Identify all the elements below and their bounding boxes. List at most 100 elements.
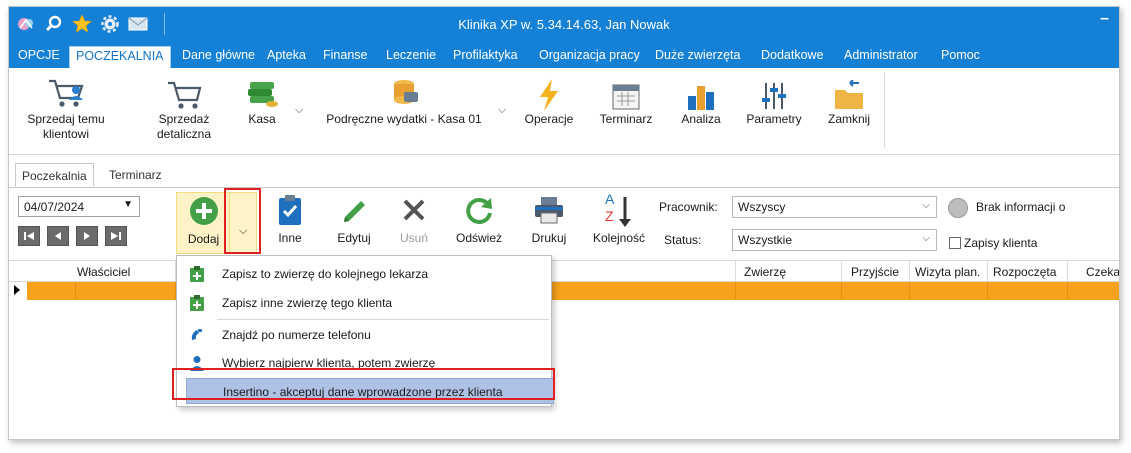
other-button[interactable]: Inne — [270, 192, 310, 245]
status-label: Status: — [664, 233, 702, 247]
add-button-content: Dodaj — [177, 193, 230, 246]
menu-tab-administrator[interactable]: Administrator — [844, 48, 918, 62]
retail-sale-label-2: detaliczna — [156, 127, 212, 141]
status-indicator-icon — [948, 198, 968, 218]
menu-item-label: Znajdź po numerze telefonu — [222, 328, 371, 342]
column-separator — [1067, 261, 1068, 283]
column-waiting[interactable]: Czeka — [1086, 265, 1119, 279]
printer-icon — [524, 192, 574, 228]
menu-tab-leczenie[interactable]: Leczenie — [386, 48, 436, 62]
menu-tab-dodatkowe[interactable]: Dodatkowe — [761, 48, 824, 62]
status-value: Wszystkie — [738, 233, 792, 247]
date-value: 04/07/2024 — [24, 200, 85, 214]
menu-tab-dane-glowne[interactable]: Dane główne — [182, 48, 255, 62]
scheduler-label: Terminarz — [599, 112, 653, 126]
cash-register-label: Kasa — [248, 112, 276, 126]
row-cell-separator — [987, 282, 988, 300]
delete-button[interactable]: Usuń — [394, 192, 434, 245]
cash-register-button[interactable]: Kasa — [237, 74, 287, 127]
expenses-chevron-down-icon[interactable]: ⌵ — [498, 104, 506, 117]
employee-select[interactable]: Wszyscy ⌵ — [732, 196, 937, 218]
status-chevron-down-icon[interactable]: ⌵ — [922, 233, 930, 244]
menu-tab-organizacja-pracy[interactable]: Organizacja pracy — [539, 48, 640, 62]
order-label: Kolejność — [592, 231, 646, 245]
date-picker[interactable]: 04/07/2024 ▼ — [18, 196, 140, 217]
print-label: Drukuj — [531, 231, 567, 245]
svg-text:A: A — [605, 191, 615, 207]
retail-sale-label-1: Sprzedaż — [158, 112, 210, 126]
application-window: Klinika XP w. 5.34.14.63, Jan Nowak – OP… — [8, 6, 1120, 440]
close-ribbon-button[interactable]: Zamknij — [819, 74, 879, 127]
tab-poczekalnia[interactable]: Poczekalnia — [15, 163, 94, 187]
date-chevron-down-icon[interactable]: ▼ — [123, 199, 133, 210]
analysis-button[interactable]: Analiza — [671, 74, 731, 127]
retail-sale-button[interactable]: Sprzedaż detaliczna — [149, 74, 219, 142]
column-animal[interactable]: Zwierzę — [744, 265, 786, 279]
refresh-label: Odśwież — [455, 231, 502, 245]
column-planned-visit[interactable]: Wizyta plan. — [915, 265, 980, 279]
edit-label: Edytuj — [337, 231, 371, 245]
add-button[interactable]: Dodaj — [176, 192, 231, 254]
menu-tab-pomoc[interactable]: Pomoc — [941, 48, 980, 62]
menu-separator — [217, 319, 549, 320]
column-owner[interactable]: Właściciel — [77, 265, 130, 279]
employee-chevron-down-icon[interactable]: ⌵ — [922, 200, 930, 211]
cart-icon — [149, 74, 219, 112]
first-day-icon[interactable] — [18, 226, 40, 246]
add-label: Dodaj — [187, 232, 220, 246]
print-button[interactable]: Drukuj — [524, 192, 574, 245]
menu-tab-profilaktyka[interactable]: Profilaktyka — [453, 48, 518, 62]
folder-exit-icon — [819, 74, 879, 112]
status-select[interactable]: Wszystkie ⌵ — [732, 229, 937, 251]
column-separator — [841, 261, 842, 283]
refresh-button[interactable]: Odśwież — [451, 192, 507, 245]
pencil-icon — [329, 192, 379, 228]
menu-item-add-other-animal[interactable]: Zapisz inne zwierzę tego klienta — [177, 290, 551, 316]
other-label: Inne — [278, 231, 302, 245]
window-title: Klinika XP w. 5.34.14.63, Jan Nowak — [458, 17, 670, 32]
menu-tab-apteka[interactable]: Apteka — [267, 48, 306, 62]
sell-to-client-button[interactable]: Sprzedaj temu klientowi — [23, 74, 109, 142]
x-icon — [394, 192, 434, 228]
last-day-icon[interactable] — [105, 226, 127, 246]
kasa-chevron-down-icon[interactable]: ⌵ — [295, 104, 303, 117]
money-stack-icon — [237, 74, 287, 112]
delete-label: Usuń — [399, 231, 428, 245]
menu-tab-finanse[interactable]: Finanse — [323, 48, 367, 62]
order-button[interactable]: AZ Kolejność — [587, 191, 651, 245]
edit-button[interactable]: Edytuj — [329, 192, 379, 245]
phone-icon — [188, 326, 206, 344]
menu-bar: OPCJE POCZEKALNIA Dane główne Apteka Fin… — [9, 43, 1119, 68]
minimize-button[interactable]: – — [1100, 10, 1109, 28]
next-day-icon[interactable] — [76, 226, 98, 246]
close-ribbon-label: Zamknij — [827, 112, 870, 126]
employee-value: Wszyscy — [738, 200, 786, 214]
sell-to-client-label-1: Sprzedaj temu — [27, 112, 105, 126]
no-info-text: Brak informacji o — [976, 200, 1066, 214]
menu-tab-duze-zwierzeta[interactable]: Duże zwierzęta — [655, 48, 740, 62]
column-arrival[interactable]: Przyjście — [851, 265, 899, 279]
analysis-label: Analiza — [681, 112, 721, 126]
menu-tab-poczekalnia[interactable]: POCZEKALNIA — [69, 46, 171, 68]
petty-expenses-button[interactable]: Podręczne wydatki - Kasa 01 — [314, 74, 494, 127]
client-records-checkbox[interactable] — [949, 237, 961, 249]
row-cell-separator — [841, 282, 842, 300]
tab-terminarz[interactable]: Terminarz — [103, 163, 168, 187]
column-started[interactable]: Rozpoczęta — [993, 265, 1056, 279]
waiting-room-toolbar: 04/07/2024 ▼ Dodaj ⌵ Inne Edytuj Usuń Od… — [9, 188, 1119, 254]
cart-user-icon — [23, 74, 109, 112]
annotation-highlight-insertino — [172, 368, 555, 400]
parameters-button[interactable]: Parametry — [739, 74, 809, 127]
menu-item-label: Zapisz inne zwierzę tego klienta — [222, 296, 393, 310]
sell-to-client-label-2: klientowi — [42, 127, 90, 141]
menu-item-add-to-next-doctor[interactable]: Zapisz to zwierzę do kolejnego lekarza — [177, 261, 551, 287]
sort-az-icon: AZ — [587, 191, 651, 228]
row-cell-separator — [75, 282, 76, 300]
menu-tab-opcje[interactable]: OPCJE — [18, 48, 60, 62]
previous-day-icon[interactable] — [47, 226, 69, 246]
operations-button[interactable]: Operacje — [519, 74, 579, 127]
sliders-icon — [739, 74, 809, 112]
menu-item-find-by-phone[interactable]: Znajdź po numerze telefonu — [177, 322, 551, 348]
current-row-arrow-icon — [14, 285, 20, 295]
scheduler-button[interactable]: Terminarz — [591, 74, 661, 127]
